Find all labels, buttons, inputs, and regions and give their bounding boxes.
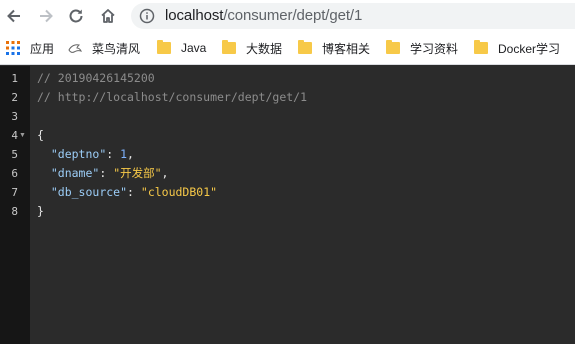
bookmark-label: Java [181, 41, 207, 55]
line-number: 2 [11, 91, 18, 104]
json-field-db-source: "db_source": "cloudDB01" [50, 185, 218, 199]
bookmark-docker[interactable]: Docker学习 [474, 32, 560, 64]
open-brace: { [37, 128, 44, 142]
comment-url: // http://localhost/consumer/dept/get/1 [37, 90, 308, 104]
folder-icon [157, 40, 171, 54]
folder-icon [222, 40, 236, 54]
url-path: /consumer/dept/get/1 [223, 7, 363, 24]
bookmark-label: 学习资料 [410, 41, 459, 56]
line-number-gutter: 1 2 3 4 ▼ 5 6 7 8 [0, 66, 30, 344]
folder-icon [474, 40, 488, 54]
forward-arrow-icon [40, 9, 53, 23]
line-number: 8 [11, 205, 18, 218]
url-text[interactable]: localhost/consumer/dept/get/1 [165, 7, 362, 25]
line-number: 5 [11, 148, 18, 161]
bookmarks-bar: 应用 菜鸟清风 Java 大数据 博客相关 学习资料 Docker学习 [0, 32, 575, 65]
forward-button[interactable] [34, 4, 58, 28]
close-brace: } [37, 204, 44, 218]
bookmark-cainiao[interactable]: 菜鸟清风 [68, 32, 140, 64]
json-key: "db_source" [50, 185, 128, 199]
reload-button[interactable] [64, 4, 88, 28]
bookmark-blog[interactable]: 博客相关 [298, 32, 370, 64]
line-number: 3 [11, 110, 18, 123]
address-bar[interactable]: localhost/consumer/dept/get/1 [131, 3, 575, 29]
back-arrow-icon [7, 9, 20, 23]
bookmark-apps[interactable]: 应用 [6, 32, 54, 64]
url-host: localhost [165, 7, 224, 24]
line-number: 6 [11, 167, 18, 180]
apps-grid-icon [6, 41, 20, 55]
json-viewer: 1 2 3 4 ▼ 5 6 7 8 // 20190426145200 // h… [0, 66, 575, 344]
bookmark-label: 博客相关 [322, 41, 371, 56]
json-field-dname: "dname": "开发部", [50, 166, 169, 180]
reload-icon [69, 9, 83, 23]
fold-toggle-icon[interactable]: ▼ [19, 126, 27, 145]
bookmark-java[interactable]: Java [157, 32, 206, 64]
bookmark-label: 大数据 [246, 41, 283, 56]
comment-timestamp: // 20190426145200 [37, 71, 155, 85]
bookmark-label: Docker学习 [498, 41, 561, 56]
json-field-deptno: "deptno": 1, [50, 147, 134, 161]
back-button[interactable] [2, 4, 26, 28]
json-key: "dname" [50, 166, 100, 180]
bookmark-label: 菜鸟清风 [92, 41, 141, 56]
bird-logo-icon [68, 44, 82, 53]
browser-toolbar: localhost/consumer/dept/get/1 [0, 0, 575, 32]
json-value: "开发部" [113, 166, 162, 180]
line-number: 1 [11, 72, 18, 85]
line-number: 7 [11, 186, 18, 199]
line-number: 4 [11, 129, 18, 142]
home-button[interactable] [96, 4, 120, 28]
json-value: 1 [120, 147, 128, 161]
json-key: "deptno" [50, 147, 107, 161]
bookmark-label: 应用 [30, 41, 55, 56]
home-icon [101, 9, 115, 23]
info-icon[interactable] [139, 8, 155, 24]
json-value: "cloudDB01" [140, 185, 218, 199]
folder-icon [386, 40, 400, 54]
bookmark-bigdata[interactable]: 大数据 [222, 32, 282, 64]
bookmark-study[interactable]: 学习资料 [386, 32, 458, 64]
folder-icon [298, 40, 312, 54]
